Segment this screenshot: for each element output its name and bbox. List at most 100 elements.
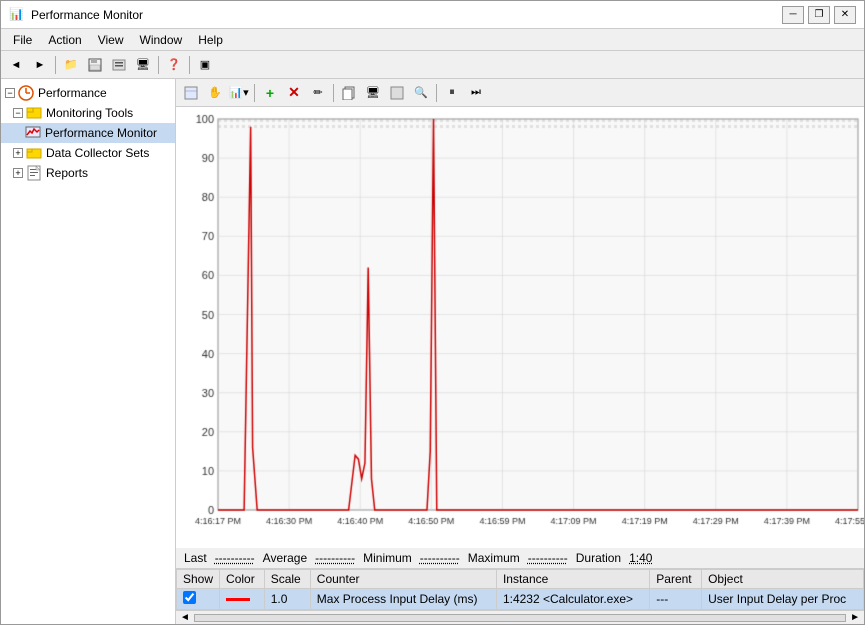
scroll-right-btn[interactable]: ► bbox=[846, 612, 864, 623]
save-counter-icon bbox=[390, 86, 404, 100]
title-bar-controls: ─ ❐ ✕ bbox=[782, 6, 856, 24]
scroll-track[interactable] bbox=[194, 614, 846, 622]
main-content: − Performance − bbox=[1, 79, 864, 624]
color-swatch bbox=[226, 598, 250, 601]
zoom-btn[interactable]: 🔍 bbox=[410, 82, 432, 104]
col-object: Object bbox=[702, 570, 864, 589]
sidebar: − Performance − bbox=[1, 79, 176, 624]
title-bar-left: 📊 Performance Monitor bbox=[9, 7, 143, 23]
add-counter-btn[interactable]: + bbox=[259, 82, 281, 104]
graph-sep-2 bbox=[333, 84, 334, 102]
sidebar-label-monitoring-tools: Monitoring Tools bbox=[46, 106, 133, 120]
restore-button[interactable]: ❐ bbox=[808, 6, 830, 24]
menu-view[interactable]: View bbox=[90, 31, 132, 49]
expand-data-collector[interactable]: + bbox=[13, 148, 23, 158]
help-button[interactable]: ❓ bbox=[163, 54, 185, 76]
parent-cell: --- bbox=[650, 589, 702, 610]
graph-combo-icon: 📊▾ bbox=[229, 86, 248, 99]
properties-button[interactable] bbox=[108, 54, 130, 76]
last-value: ---------- bbox=[215, 551, 255, 565]
window-title: Performance Monitor bbox=[31, 8, 143, 22]
settings-icon bbox=[112, 58, 126, 72]
reports-icon bbox=[26, 165, 42, 181]
expand-performance[interactable]: − bbox=[5, 88, 15, 98]
average-label: Average bbox=[263, 551, 307, 565]
duration-value: 1:40 bbox=[629, 551, 652, 565]
menu-window[interactable]: Window bbox=[132, 31, 191, 49]
main-toolbar: ◄ ► 📁 🖥 ❓ ▣ bbox=[1, 51, 864, 79]
sidebar-label-data-collector-sets: Data Collector Sets bbox=[46, 146, 149, 160]
screen-button[interactable]: 🖥 bbox=[132, 54, 154, 76]
right-panel: ✋ 📊▾ + ✕ ✏ 🖥 bbox=[176, 79, 864, 624]
counter-cell: Max Process Input Delay (ms) bbox=[310, 589, 496, 610]
sidebar-item-performance[interactable]: − Performance bbox=[1, 83, 175, 103]
expand-reports[interactable]: + bbox=[13, 168, 23, 178]
performance-chart bbox=[176, 107, 864, 548]
col-instance: Instance bbox=[496, 570, 649, 589]
sidebar-label-reports: Reports bbox=[46, 166, 88, 180]
graph-sep-1 bbox=[254, 84, 255, 102]
sidebar-label-performance: Performance bbox=[38, 86, 107, 100]
back-button[interactable]: ◄ bbox=[5, 54, 27, 76]
toolbar-sep-1 bbox=[55, 56, 56, 74]
col-parent: Parent bbox=[650, 570, 702, 589]
maximum-value: ---------- bbox=[528, 551, 568, 565]
last-label: Last bbox=[184, 551, 207, 565]
menu-file[interactable]: File bbox=[5, 31, 40, 49]
scroll-left-btn[interactable]: ◄ bbox=[176, 612, 194, 623]
stats-row: Last ---------- Average ---------- Minim… bbox=[176, 548, 864, 569]
show-checkbox[interactable] bbox=[183, 591, 196, 604]
app-icon: 📊 bbox=[9, 7, 25, 23]
copy-btn[interactable] bbox=[338, 82, 360, 104]
scale-cell: 1.0 bbox=[264, 589, 310, 610]
main-window: 📊 Performance Monitor ─ ❐ ✕ File Action … bbox=[0, 0, 865, 625]
data-collector-icon bbox=[26, 145, 42, 161]
color-cell bbox=[220, 589, 265, 610]
menu-action[interactable]: Action bbox=[40, 31, 89, 49]
table-row[interactable]: 1.0 Max Process Input Delay (ms) 1:4232 … bbox=[177, 589, 864, 610]
graph-combo-btn[interactable]: 📊▾ bbox=[228, 82, 250, 104]
forward-button[interactable]: ► bbox=[29, 54, 51, 76]
col-show: Show bbox=[177, 570, 220, 589]
monitoring-tools-icon bbox=[26, 105, 42, 121]
minimize-button[interactable]: ─ bbox=[782, 6, 804, 24]
object-cell: User Input Delay per Proc bbox=[702, 589, 864, 610]
maximum-label: Maximum bbox=[468, 551, 520, 565]
title-bar: 📊 Performance Monitor ─ ❐ ✕ bbox=[1, 1, 864, 29]
minimum-value: ---------- bbox=[420, 551, 460, 565]
menu-help[interactable]: Help bbox=[190, 31, 231, 49]
toolbar-sep-2 bbox=[158, 56, 159, 74]
close-button[interactable]: ✕ bbox=[834, 6, 856, 24]
minimum-label: Minimum bbox=[363, 551, 412, 565]
col-color: Color bbox=[220, 570, 265, 589]
graph-pan-btn[interactable]: ✋ bbox=[204, 82, 226, 104]
folder-button[interactable]: 📁 bbox=[60, 54, 82, 76]
sidebar-item-monitoring-tools[interactable]: − Monitoring Tools bbox=[1, 103, 175, 123]
save-counter-btn[interactable] bbox=[386, 82, 408, 104]
monitor-btn[interactable]: 🖥 bbox=[362, 82, 384, 104]
save-icon bbox=[88, 58, 102, 72]
next-btn[interactable]: ⏭ bbox=[465, 82, 487, 104]
graph-toolbar: ✋ 📊▾ + ✕ ✏ 🖥 bbox=[176, 79, 864, 107]
save-button[interactable] bbox=[84, 54, 106, 76]
counter-table: Show Color Scale Counter Instance Parent… bbox=[176, 569, 864, 610]
sidebar-item-reports[interactable]: + Reports bbox=[1, 163, 175, 183]
expand-monitoring-tools[interactable]: − bbox=[13, 108, 23, 118]
highlight-btn[interactable]: ✏ bbox=[307, 82, 329, 104]
toolbar-sep-3 bbox=[189, 56, 190, 74]
graph-view-btn[interactable] bbox=[180, 82, 202, 104]
graph-view-icon bbox=[184, 86, 198, 100]
pause-btn[interactable]: ⏸ bbox=[441, 82, 463, 104]
performance-monitor-icon bbox=[25, 125, 41, 141]
sidebar-item-data-collector-sets[interactable]: + Data Collector Sets bbox=[1, 143, 175, 163]
duration-label: Duration bbox=[576, 551, 621, 565]
show-cell[interactable] bbox=[177, 589, 220, 610]
view-button[interactable]: ▣ bbox=[194, 54, 216, 76]
menu-bar: File Action View Window Help bbox=[1, 29, 864, 51]
counter-table-container: Show Color Scale Counter Instance Parent… bbox=[176, 569, 864, 624]
col-scale: Scale bbox=[264, 570, 310, 589]
delete-counter-btn[interactable]: ✕ bbox=[283, 82, 305, 104]
sidebar-item-performance-monitor[interactable]: Performance Monitor bbox=[1, 123, 175, 143]
graph-sep-3 bbox=[436, 84, 437, 102]
table-scrollbar[interactable]: ◄ ► bbox=[176, 610, 864, 624]
